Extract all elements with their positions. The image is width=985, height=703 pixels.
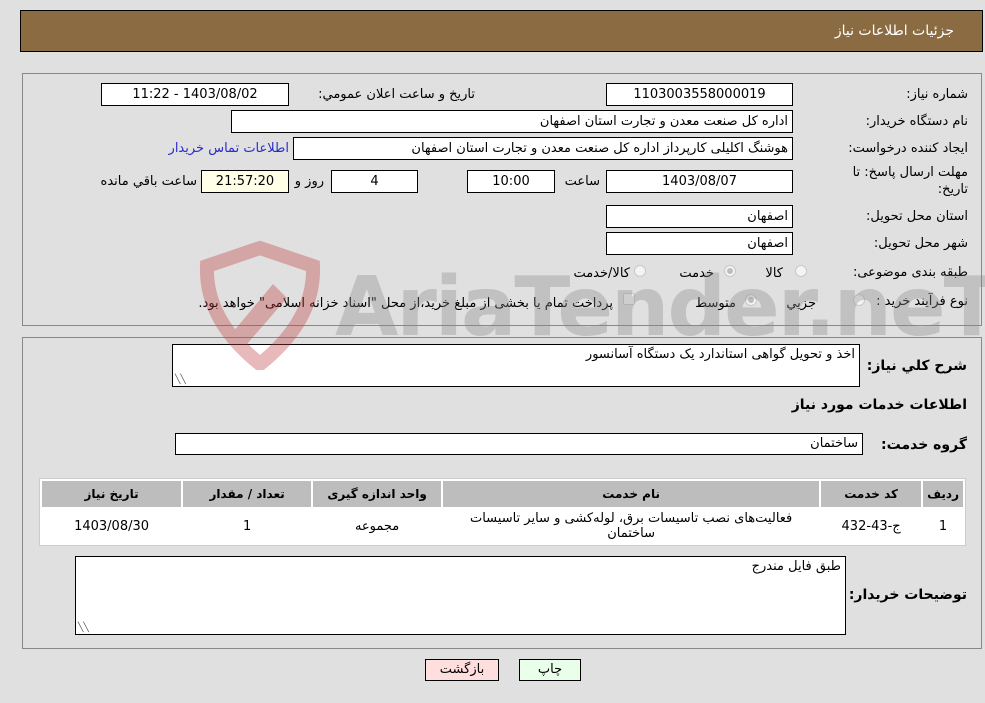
creator-field: هوشنگ اکلیلی کارپرداز اداره کل صنعت معدن… [293,137,793,160]
process-option-minor: جزيي [786,296,816,311]
buyer-contact-link[interactable]: اطلاعات تماس خریدار [169,141,289,156]
need-number-field: 1103003558000019 [606,83,793,106]
cell-row-number: 1 [923,509,963,543]
category-option-goods-service: کالا/خدمت [573,266,630,281]
announce-date-label: تاریخ و ساعت اعلان عمومي: [318,87,475,102]
deadline-time-field: 10:00 [467,170,555,193]
remaining-time-field: 21:57:20 [201,170,289,193]
buyer-notes-text: طبق فایل مندرج [751,559,841,574]
col-unit: واحد اندازه گیری [313,481,442,507]
resize-grip-icon[interactable]: ╲╲ [78,624,89,633]
days-label: روز و [294,174,324,189]
category-radio-goods[interactable] [795,265,807,277]
services-table: ردیف کد خدمت نام خدمت واحد اندازه گیری ت… [39,478,966,546]
process-radio-minor[interactable] [853,294,865,306]
page-header: جزئیات اطلاعات نیاز [20,10,983,52]
page-title: جزئیات اطلاعات نیاز [834,23,954,39]
cell-quantity: 1 [183,509,312,543]
resize-grip-icon[interactable]: ╲╲ [175,376,186,385]
process-option-medium: متوسط [695,296,736,311]
need-number-label: شماره نیاز: [906,87,968,102]
category-label: طبقه بندی موضوعی: [852,265,968,280]
treasury-checkbox[interactable] [623,293,635,305]
deadline-label: مهلت ارسال پاسخ: تا [852,165,968,180]
buyer-org-label: نام دستگاه خریدار: [865,114,968,129]
remaining-time-label: ساعت باقي مانده [100,174,197,189]
summary-textarea[interactable]: اخذ و تحویل گواهی استاندارد یک دستگاه آس… [172,344,860,387]
treasury-note: پرداخت تمام یا بخشی از مبلغ خرید،از محل … [198,296,613,311]
province-label: استان محل تحویل: [866,209,968,224]
buyer-notes-label: توضیحات خریدار: [848,587,967,603]
deadline-date-field: 1403/08/07 [606,170,793,193]
deadline-time-label: ساعت [564,174,600,189]
col-row-number: ردیف [923,481,963,507]
summary-label: شرح کلي نیاز: [866,358,967,374]
print-button[interactable]: چاپ [519,659,581,681]
cell-service-name: فعالیت‌های نصب تاسیسات برق، لوله‌کشی و س… [443,509,820,543]
table-header-row: ردیف کد خدمت نام خدمت واحد اندازه گیری ت… [42,481,963,507]
process-radio-medium[interactable] [745,294,757,306]
service-group-label: گروه خدمت: [881,437,967,453]
service-group-field: ساختمان [175,433,863,455]
city-label: شهر محل تحویل: [873,236,968,251]
province-field: اصفهان [606,205,793,228]
buyer-org-field: اداره کل صنعت معدن و تجارت استان اصفهان [231,110,793,133]
buyer-notes-textarea[interactable]: طبق فایل مندرج ╲╲ [75,556,846,635]
services-heading: اطلاعات خدمات مورد نیاز [791,397,967,413]
cell-unit: مجموعه [313,509,442,543]
days-remaining-field: 4 [331,170,418,193]
announce-date-field: 1403/08/02 - 11:22 [101,83,289,106]
deadline-label-line2: تاریخ: [937,182,968,197]
city-field: اصفهان [606,232,793,255]
col-service-code: کد خدمت [821,481,922,507]
purchase-process-label: نوع فرآیند خرید : [876,294,968,309]
col-service-name: نام خدمت [443,481,820,507]
category-option-goods: کالا [765,266,783,281]
col-quantity: تعداد / مقدار [183,481,312,507]
cell-need-date: 1403/08/30 [42,509,182,543]
col-need-date: تاریخ نیاز [42,481,182,507]
category-radio-service[interactable] [724,265,736,277]
creator-label: ایجاد کننده درخواست: [848,141,968,156]
back-button[interactable]: بازگشت [425,659,499,681]
category-radio-goods-service[interactable] [634,265,646,277]
table-row: 1 ج-43-432 فعالیت‌های نصب تاسیسات برق، ل… [42,509,963,543]
category-option-service: خدمت [679,266,714,281]
cell-service-code: ج-43-432 [821,509,922,543]
summary-text: اخذ و تحویل گواهی استاندارد یک دستگاه آس… [585,347,855,362]
